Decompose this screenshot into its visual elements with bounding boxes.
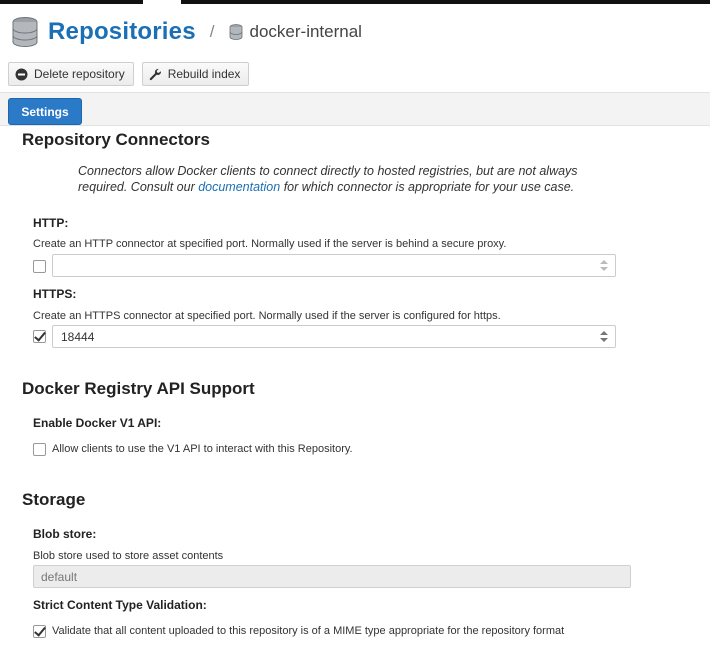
v1-api-checkbox[interactable] (33, 443, 46, 456)
stepper-down-icon[interactable] (600, 338, 608, 342)
page-header: Repositories / docker-internal (12, 14, 362, 50)
connectors-description-text-end: for which connector is appropriate for y… (280, 180, 575, 194)
connectors-description: Connectors allow Docker clients to conne… (78, 163, 588, 195)
top-bar-active-marker (143, 0, 181, 4)
http-label: HTTP: (33, 216, 69, 230)
rebuild-index-button[interactable]: Rebuild index (141, 62, 250, 86)
https-help: Create an HTTPS connector at specified p… (33, 310, 501, 322)
stepper-up-icon[interactable] (600, 260, 608, 264)
action-toolbar: Delete repository Rebuild index (8, 62, 250, 86)
breadcrumb-separator: / (209, 22, 215, 41)
v1-api-label: Enable Docker V1 API: (33, 416, 162, 430)
tab-settings[interactable]: Settings (8, 98, 82, 125)
https-enable-checkbox[interactable] (33, 330, 46, 343)
settings-form: Repository Connectors Connectors allow D… (0, 127, 710, 668)
rebuild-index-label: Rebuild index (167, 67, 241, 81)
http-help: Create an HTTP connector at specified po… (33, 238, 507, 250)
minus-circle-icon (15, 68, 28, 80)
blob-store-help: Blob store used to store asset contents (33, 550, 224, 562)
database-icon (12, 17, 38, 47)
https-port-value: 18444 (61, 330, 95, 344)
blob-store-label: Blob store: (33, 527, 97, 541)
api-support-heading: Docker Registry API Support (22, 379, 255, 398)
page-title[interactable]: Repositories (48, 18, 196, 46)
wrench-icon (149, 68, 161, 80)
strict-validation-checkbox[interactable] (33, 625, 46, 638)
tab-strip: Settings (0, 92, 710, 126)
http-port-input[interactable] (52, 254, 616, 277)
database-icon (229, 24, 242, 40)
storage-heading: Storage (22, 490, 86, 509)
http-enable-checkbox[interactable] (33, 260, 46, 273)
https-port-input[interactable]: 18444 (52, 325, 616, 348)
top-bar (0, 0, 710, 4)
strict-validation-checkbox-label[interactable]: Validate that all content uploaded to th… (52, 625, 564, 637)
documentation-link[interactable]: documentation (198, 180, 280, 194)
strict-validation-label: Strict Content Type Validation: (33, 598, 207, 612)
connectors-heading: Repository Connectors (22, 130, 210, 149)
stepper-up-icon[interactable] (600, 331, 608, 335)
v1-api-checkbox-label[interactable]: Allow clients to use the V1 API to inter… (52, 443, 353, 455)
delete-repository-button[interactable]: Delete repository (8, 62, 134, 86)
https-label: HTTPS: (33, 287, 77, 301)
blob-store-field: default (33, 565, 631, 588)
breadcrumb-repository-name: docker-internal (249, 22, 362, 41)
https-port-stepper[interactable] (600, 331, 608, 343)
http-port-stepper[interactable] (600, 260, 608, 272)
delete-repository-label: Delete repository (34, 67, 125, 81)
stepper-down-icon[interactable] (600, 267, 608, 271)
